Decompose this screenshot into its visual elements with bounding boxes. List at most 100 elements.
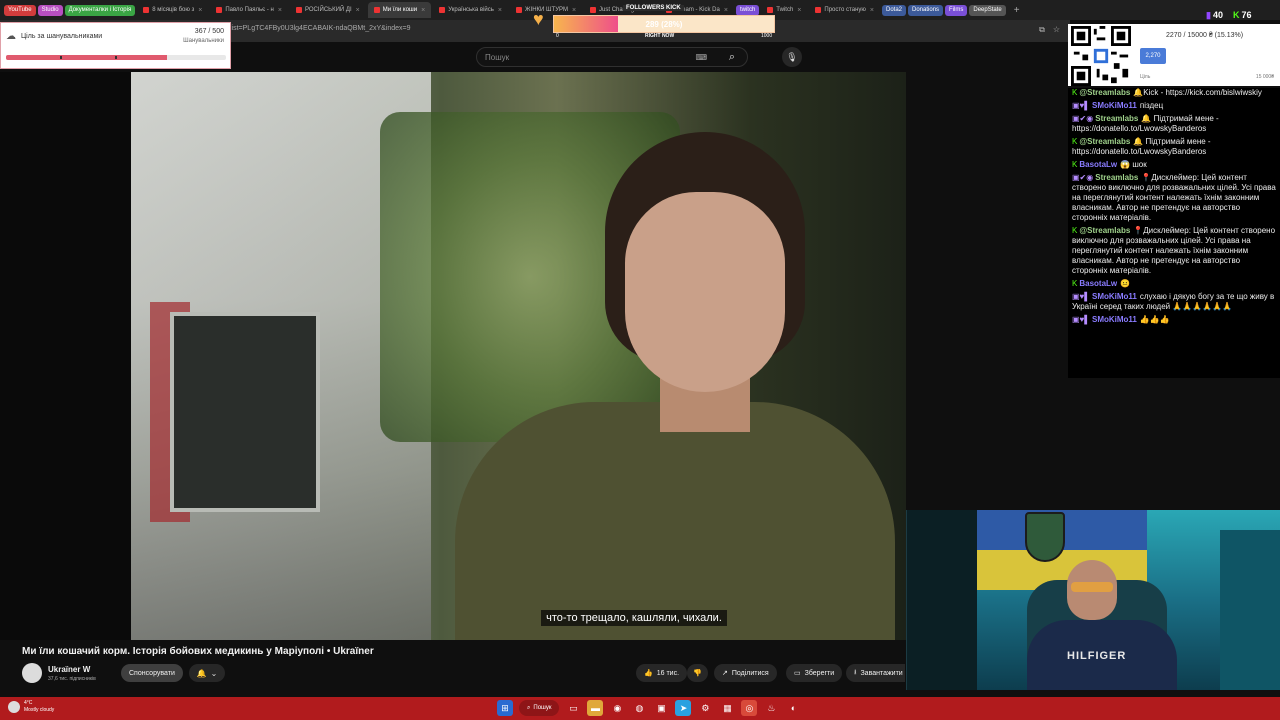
- chat-text: 👍👍👍: [1139, 315, 1170, 324]
- new-tab-icon[interactable]: +: [1008, 5, 1026, 16]
- chat-username[interactable]: BasotaLw: [1079, 279, 1117, 288]
- qr-code-icon: [1071, 26, 1131, 86]
- bell-icon: 🔔: [196, 668, 207, 678]
- bookmark-star-icon[interactable]: ☆: [1053, 25, 1060, 35]
- browser-tab[interactable]: Ми їли коши ×: [367, 2, 432, 18]
- thumbs-down-icon: 👎: [693, 670, 702, 677]
- share-button[interactable]: ↗ Поділитися: [714, 664, 777, 682]
- browser-tab[interactable]: Donations: [908, 4, 944, 16]
- start-windows-icon[interactable]: ⊞: [497, 700, 513, 716]
- tab-favicon-icon: [516, 7, 523, 13]
- tab-favicon-icon: [439, 7, 446, 13]
- search-icon[interactable]: ⌕: [717, 47, 747, 67]
- chat-badge-icon: K: [1072, 279, 1078, 288]
- save-label: Зберегти: [804, 669, 835, 677]
- chat-message: ▣♥▌ SMoKiMo11 слухаю і дякую богу за те що…: [1068, 292, 1280, 312]
- chat-message: K @Streamlabs 🔔Kick - https://kick.com/bis…: [1068, 88, 1280, 98]
- edge-browser-icon[interactable]: ◉: [609, 700, 625, 716]
- browser-tab[interactable]: Просто станую ×: [809, 2, 880, 18]
- channel-subscribers: 37,6 тис. підписників: [48, 676, 96, 682]
- file-explorer-icon[interactable]: ▬: [587, 700, 604, 716]
- tab-close-icon[interactable]: ×: [797, 7, 801, 14]
- taskbar-apps: ⊞ ⌕ Пошук ▭ ▬ ◉ ◍ ▣ ➤ ⚙ ▦ ◎ ♨ ◐: [497, 700, 801, 716]
- chat-username[interactable]: SMoKiMo11: [1092, 101, 1137, 110]
- browser-tab[interactable]: Павло Паяльє - н ×: [210, 2, 288, 18]
- donation-goal-panel: 2270 / 15000 ₴ (15.13%) 2,270 Ціль 15 00…: [1068, 24, 1280, 86]
- browser-tab[interactable]: DeepState: [969, 4, 1006, 16]
- search-input[interactable]: Пошук: [485, 53, 509, 62]
- microphone-icon[interactable]: 🎙: [782, 47, 802, 67]
- browser-tab[interactable]: Films: [945, 4, 968, 16]
- extensions-icon[interactable]: ⧉: [1039, 25, 1045, 35]
- weather-desc: Mostly cloudy: [24, 707, 55, 713]
- goal-cloud-icon: ☁: [6, 31, 16, 42]
- chat-username[interactable]: Streamlabs: [1095, 114, 1138, 123]
- goal-count: 367 / 500: [194, 28, 224, 35]
- fans-goal-widget: ☁ Ціль за шанувальниками 367 / 500 Шанув…: [0, 22, 231, 69]
- chat-username[interactable]: SMoKiMo11: [1092, 292, 1137, 301]
- webcam-shelf: [1220, 530, 1280, 690]
- browser-tab[interactable]: РОСІЙСЬКИЙ ДІ ×: [290, 2, 366, 18]
- tab-close-icon[interactable]: ×: [421, 7, 425, 14]
- tab-close-icon[interactable]: ×: [498, 7, 502, 14]
- chrome-icon[interactable]: ◎: [741, 700, 758, 716]
- save-button[interactable]: ▭ Зберегти: [786, 664, 843, 682]
- sponsor-button[interactable]: Спонсорувати: [121, 664, 183, 682]
- telegram-icon[interactable]: ➤: [675, 700, 692, 716]
- tab-favicon-icon: [216, 7, 223, 13]
- settings-gear-icon[interactable]: ⚙: [697, 700, 713, 716]
- chat-text: 🔔 Підтримай мене - https://donatello.to/…: [1072, 114, 1219, 133]
- chat-username[interactable]: BasotaLw: [1079, 160, 1117, 169]
- chat-badge-icon: K: [1072, 88, 1078, 97]
- chat-badge-icon: ▣♥▌: [1072, 101, 1090, 110]
- keyboard-icon[interactable]: ⌨: [695, 53, 707, 62]
- browser-tab[interactable]: Dota2: [882, 4, 907, 16]
- tab-label: Документалки і Історія: [68, 7, 132, 13]
- tab-close-icon[interactable]: ×: [198, 7, 202, 14]
- firefox-icon[interactable]: ◍: [631, 700, 647, 716]
- chat-username[interactable]: @Streamlabs: [1079, 88, 1130, 97]
- channel-avatar[interactable]: [22, 663, 42, 683]
- dislike-button[interactable]: 👎: [687, 664, 708, 682]
- browser-tab[interactable]: Документалки і Історія: [64, 4, 136, 16]
- browser-tab[interactable]: 8 місяців бою з ×: [137, 2, 208, 18]
- taskbar-search-label: Пошук: [533, 705, 552, 711]
- tab-close-icon[interactable]: ×: [356, 7, 360, 14]
- goal-label: Ціль за шанувальниками: [21, 33, 103, 40]
- twitch-viewer-count: 40: [1206, 10, 1223, 21]
- search-box[interactable]: Пошук ⌨ ⌕: [476, 47, 748, 67]
- chat-username[interactable]: @Streamlabs: [1079, 137, 1130, 146]
- taskbar-search[interactable]: ⌕ Пошук: [519, 700, 560, 716]
- browser-tab[interactable]: Українська війсь ×: [433, 2, 508, 18]
- weather-widget[interactable]: 4°C Mostly cloudy: [8, 700, 54, 714]
- task-view-icon[interactable]: ▭: [565, 700, 581, 716]
- channel-name[interactable]: Ukraїner W: [48, 665, 90, 674]
- browser-tab[interactable]: YouTube: [4, 4, 36, 16]
- download-button[interactable]: ⭳ Завантажити: [846, 664, 905, 682]
- chat-username[interactable]: @Streamlabs: [1079, 226, 1130, 235]
- followers-title: FOLLOWERS KICK: [623, 5, 684, 11]
- video-subtitle: что-то трещало, кашляли, чихали.: [0, 610, 906, 626]
- followers-max: 1000: [761, 33, 773, 39]
- photos-icon[interactable]: ▣: [653, 700, 669, 716]
- chat-message: ▣✔◉ Streamlabs 🔔 Підтримай мене - https://…: [1068, 114, 1280, 134]
- chat-badge-icon: ▣✔◉: [1072, 114, 1094, 123]
- calculator-icon[interactable]: ▦: [719, 700, 735, 716]
- tab-label: DeepState: [973, 7, 1002, 13]
- like-count: 16 тис.: [656, 669, 680, 677]
- obs-icon[interactable]: ◐: [785, 700, 801, 716]
- chat-message: K @Streamlabs 🔔 Підтримай мене - https://d…: [1068, 137, 1280, 157]
- notifications-button[interactable]: 🔔 ⌄: [189, 664, 225, 682]
- chat-message: K @Streamlabs 📍Дисклеймер: Цей контент ств…: [1068, 226, 1280, 276]
- chat-text: 😐: [1120, 279, 1131, 288]
- tab-close-icon[interactable]: ×: [870, 7, 874, 14]
- like-button[interactable]: 👍 16 тис.: [636, 664, 688, 682]
- address-url[interactable]: list=PLgTC4FBy0U3lg4ECABAIK-ndaQBMt_2xY&…: [230, 25, 411, 32]
- tab-close-icon[interactable]: ×: [278, 7, 282, 14]
- video-player[interactable]: что-то трещало, кашляли, чихали.: [0, 72, 906, 640]
- save-icon: ▭: [794, 670, 801, 677]
- chat-username[interactable]: Streamlabs: [1095, 173, 1138, 182]
- steam-icon[interactable]: ♨: [763, 700, 779, 716]
- browser-tab[interactable]: Studio: [37, 4, 63, 16]
- chat-username[interactable]: SMoKiMo11: [1092, 315, 1137, 324]
